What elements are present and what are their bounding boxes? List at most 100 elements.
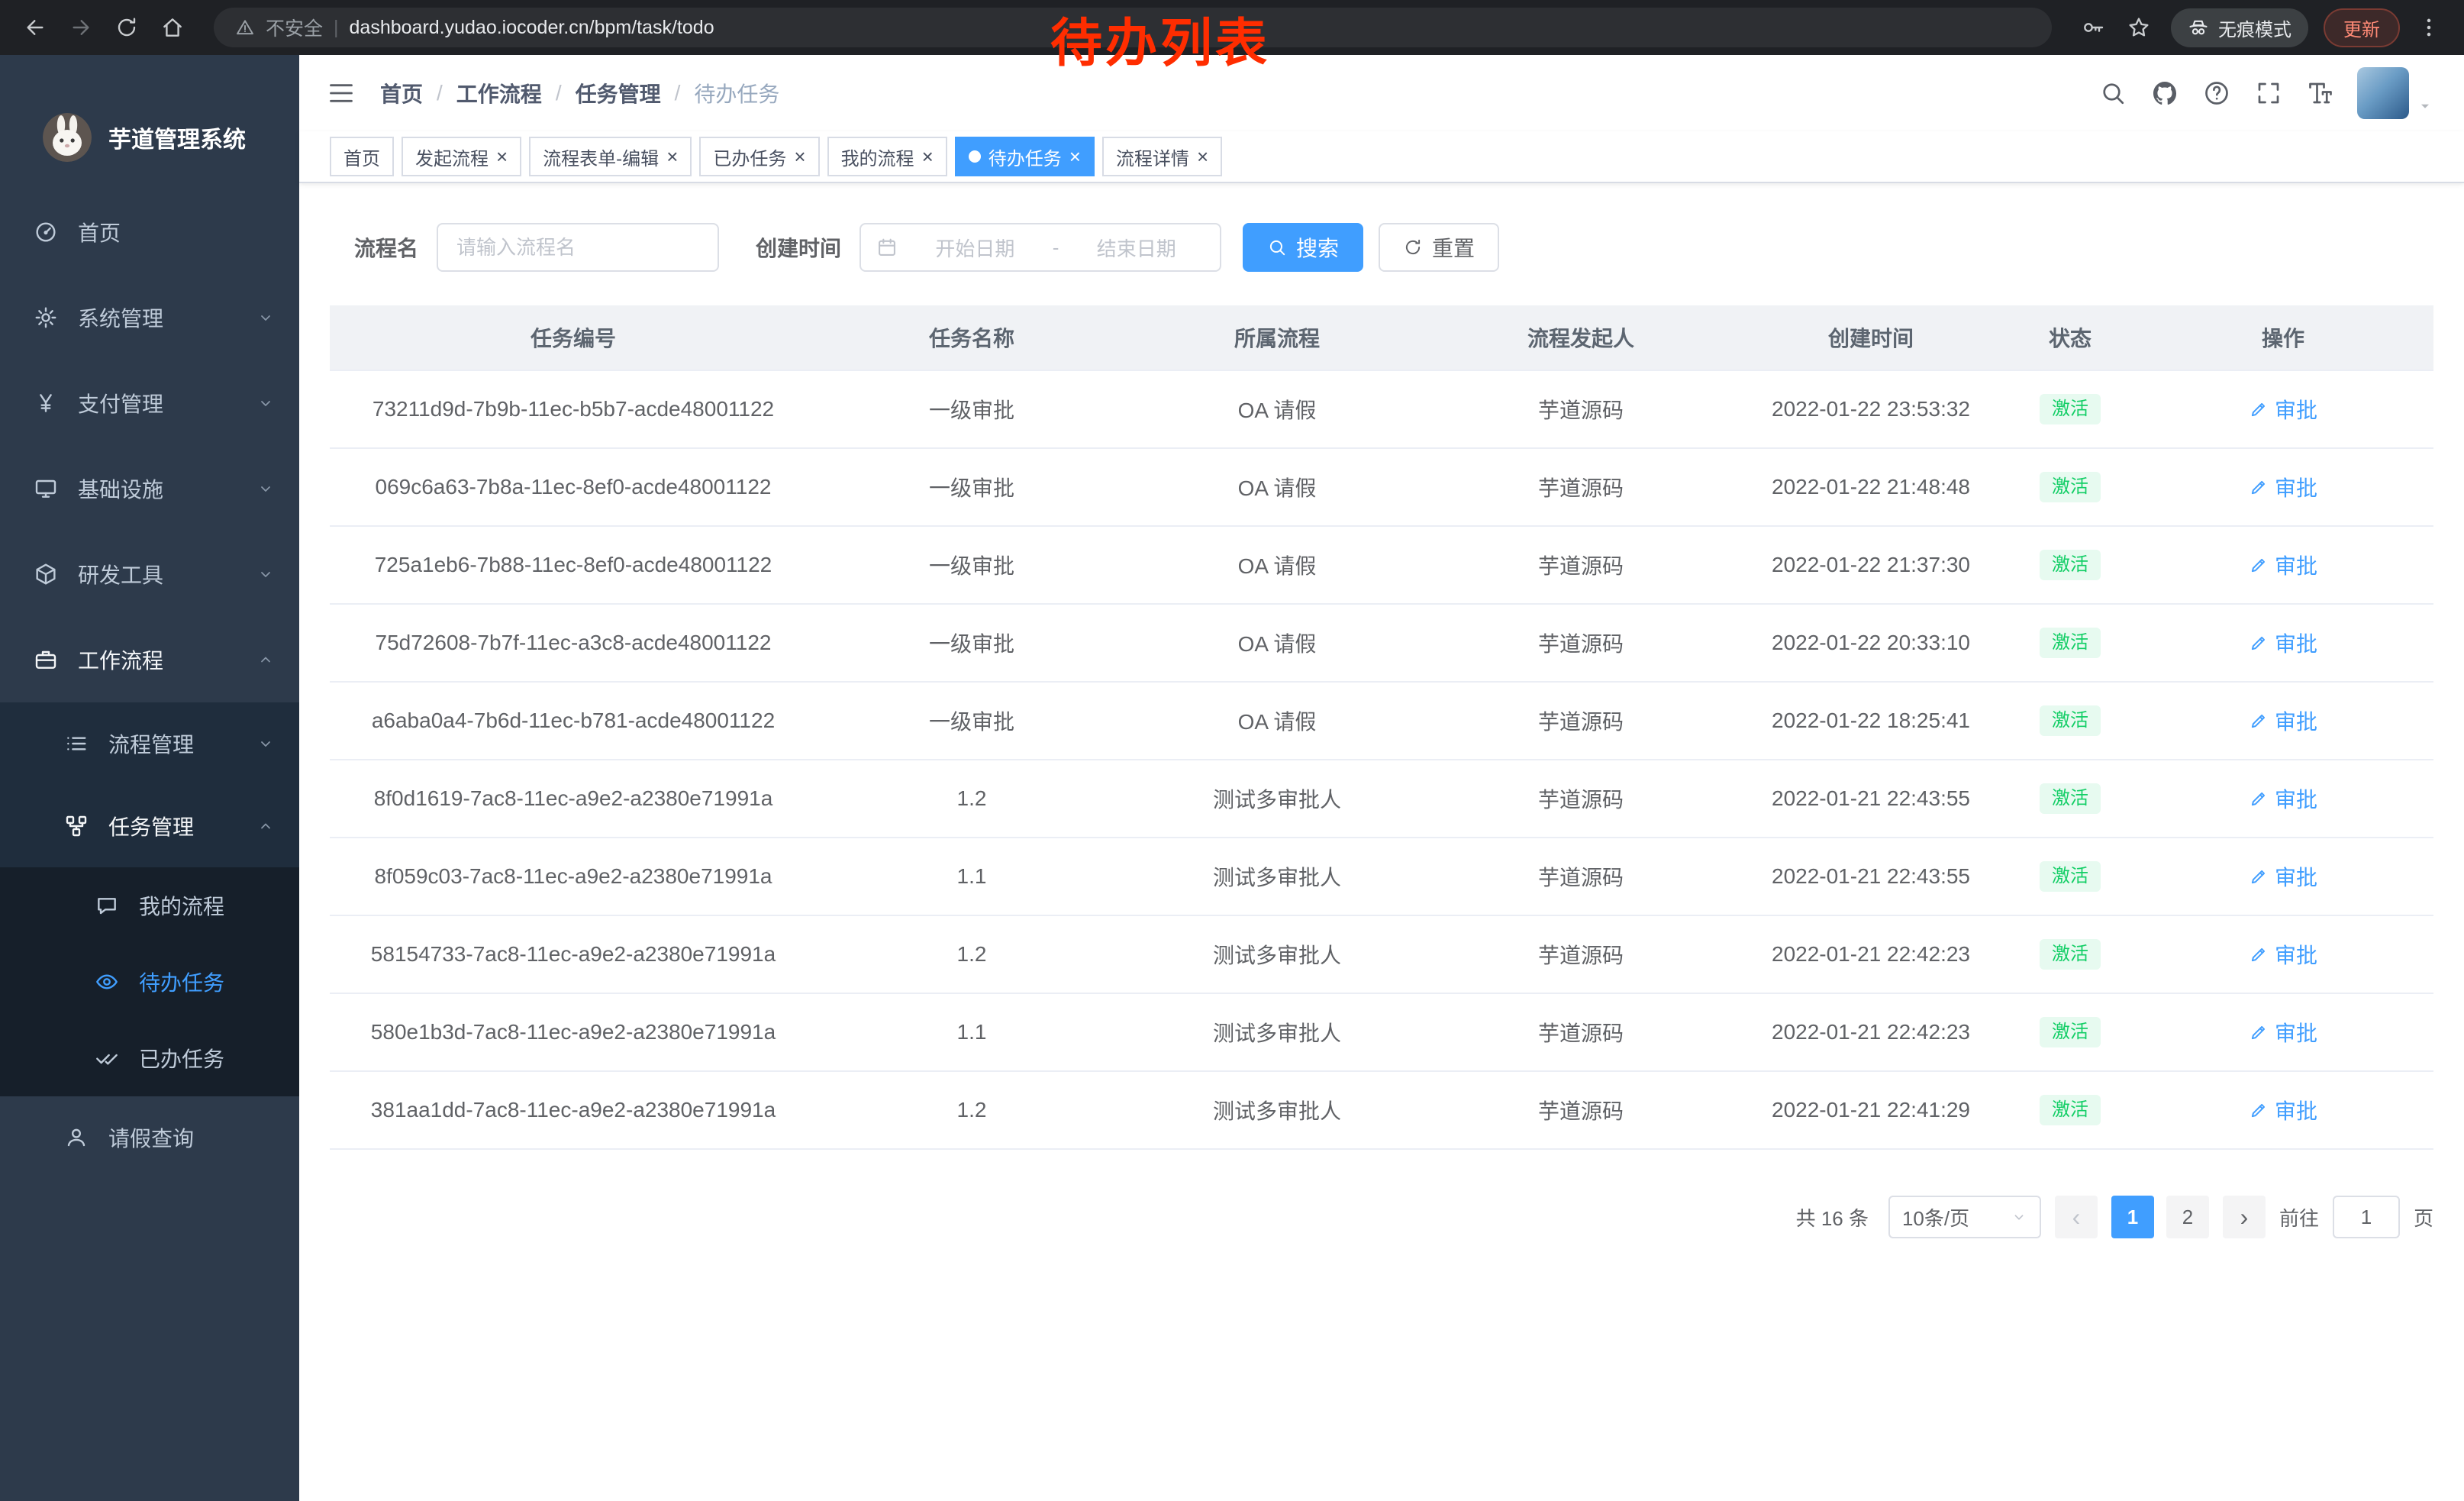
menu-dots-icon[interactable] [2409, 8, 2449, 47]
sidebar-item-task-mgmt[interactable]: 任务管理 [0, 785, 299, 867]
cell-process: 测试多审批人 [1127, 993, 1427, 1071]
cell-process: 测试多审批人 [1127, 838, 1427, 915]
sidebar-item-label: 研发工具 [78, 559, 256, 589]
page-button-2[interactable]: 2 [2166, 1196, 2209, 1238]
update-button[interactable]: 更新 [2324, 8, 2400, 47]
approve-link[interactable]: 审批 [2249, 472, 2317, 502]
cell-action: 审批 [2133, 760, 2433, 838]
reset-button[interactable]: 重置 [1379, 223, 1499, 272]
status-badge: 激活 [2040, 705, 2101, 736]
sidebar-item-label: 已办任务 [139, 1043, 275, 1073]
cell-task-name: 1.2 [817, 1071, 1127, 1149]
tab-close-icon[interactable]: × [922, 147, 934, 166]
collapse-sidebar-button[interactable] [327, 79, 356, 108]
approve-link[interactable]: 审批 [2249, 1095, 2317, 1125]
fullscreen-icon[interactable] [2247, 72, 2290, 115]
approve-link[interactable]: 审批 [2249, 394, 2317, 424]
chevron-up-icon [256, 817, 275, 835]
approve-link[interactable]: 审批 [2249, 939, 2317, 970]
status-badge: 激活 [2040, 394, 2101, 424]
tab-my-process[interactable]: 我的流程× [827, 137, 947, 176]
end-date-placeholder: 结束日期 [1068, 234, 1205, 262]
key-icon[interactable] [2073, 8, 2113, 47]
table-row: 8f0d1619-7ac8-11ec-a9e2-a2380e71991a1.2测… [330, 760, 2433, 838]
approve-link[interactable]: 审批 [2249, 628, 2317, 658]
cell-task-id: 58154733-7ac8-11ec-a9e2-a2380e71991a [330, 915, 817, 993]
sidebar-item-leave-query[interactable]: 请假查询 [0, 1096, 299, 1179]
sidebar-item-todo-task[interactable]: 待办任务 [0, 944, 299, 1020]
chevron-down-icon [256, 308, 275, 327]
sidebar-item-infrastructure[interactable]: 基础设施 [0, 446, 299, 531]
font-size-icon[interactable] [2299, 72, 2342, 115]
cell-task-name: 一级审批 [817, 682, 1127, 760]
breadcrumb-separator: / [437, 81, 443, 105]
topbar-right [2091, 67, 2433, 119]
tab-todo-task[interactable]: 待办任务× [955, 137, 1095, 176]
sidebar-item-label: 我的流程 [139, 890, 275, 921]
cell-task-name: 一级审批 [817, 448, 1127, 526]
prev-page-button[interactable]: ‹ [2055, 1196, 2098, 1238]
start-date-placeholder: 开始日期 [907, 234, 1043, 262]
goto-page-input[interactable] [2333, 1196, 2400, 1238]
sidebar-item-done-task[interactable]: 已办任务 [0, 1020, 299, 1096]
sidebar-item-payment-mgmt[interactable]: 支付管理 [0, 360, 299, 446]
reload-icon[interactable] [107, 8, 147, 47]
tab-done-task[interactable]: 已办任务× [699, 137, 819, 176]
date-range-picker[interactable]: 开始日期 - 结束日期 [859, 223, 1221, 272]
cell-status: 激活 [2008, 915, 2133, 993]
tab-home[interactable]: 首页 [330, 137, 394, 176]
breadcrumb-item[interactable]: 任务管理 [576, 78, 661, 108]
sidebar-item-label: 任务管理 [108, 811, 256, 841]
filter-form: 流程名 创建时间 开始日期 - 结束日期 搜索 [330, 223, 2433, 272]
github-icon[interactable] [2143, 72, 2186, 115]
home-icon[interactable] [153, 8, 192, 47]
sidebar-item-system-mgmt[interactable]: 系统管理 [0, 275, 299, 360]
cell-action: 审批 [2133, 604, 2433, 682]
chevron-down-icon [256, 565, 275, 583]
approve-link[interactable]: 审批 [2249, 550, 2317, 580]
tab-close-icon[interactable]: × [794, 147, 805, 166]
tab-form-edit[interactable]: 流程表单-编辑× [529, 137, 692, 176]
cell-status: 激活 [2008, 993, 2133, 1071]
tab-close-icon[interactable]: × [496, 147, 508, 166]
page-size-select[interactable]: 10条/页 [1888, 1196, 2041, 1238]
approve-link[interactable]: 审批 [2249, 1017, 2317, 1047]
tab-start-process[interactable]: 发起流程× [402, 137, 521, 176]
page-button-1[interactable]: 1 [2111, 1196, 2154, 1238]
sidebar-item-dev-tools[interactable]: 研发工具 [0, 531, 299, 617]
cell-task-name: 一级审批 [817, 604, 1127, 682]
breadcrumb-item[interactable]: 首页 [380, 78, 423, 108]
question-icon[interactable] [2195, 72, 2238, 115]
cell-create-time: 2022-01-21 22:42:23 [1734, 993, 2008, 1071]
sidebar-item-home[interactable]: 首页 [0, 189, 299, 275]
approve-link[interactable]: 审批 [2249, 861, 2317, 892]
tab-close-icon[interactable]: × [1197, 147, 1208, 166]
cell-create-time: 2022-01-21 22:41:29 [1734, 1071, 2008, 1149]
cell-action: 审批 [2133, 682, 2433, 760]
edit-icon [2249, 944, 2269, 964]
avatar[interactable] [2357, 67, 2409, 119]
tab-process-detail[interactable]: 流程详情× [1102, 137, 1222, 176]
edit-icon [2249, 1100, 2269, 1120]
back-icon[interactable] [15, 8, 55, 47]
page-buttons: 12 [2111, 1196, 2209, 1238]
approve-link[interactable]: 审批 [2249, 705, 2317, 736]
tab-close-icon[interactable]: × [666, 147, 678, 166]
approve-link[interactable]: 审批 [2249, 783, 2317, 814]
sidebar-item-my-process[interactable]: 我的流程 [0, 867, 299, 944]
cell-task-name: 1.1 [817, 993, 1127, 1071]
process-name-input[interactable] [437, 223, 719, 272]
forward-icon[interactable] [61, 8, 101, 47]
caret-down-icon [2417, 98, 2433, 115]
search-button[interactable]: 搜索 [1243, 223, 1363, 272]
gear-icon [34, 305, 58, 330]
cell-create-time: 2022-01-22 18:25:41 [1734, 682, 2008, 760]
next-page-button[interactable]: › [2223, 1196, 2266, 1238]
sidebar-item-process-mgmt[interactable]: 流程管理 [0, 702, 299, 785]
search-icon[interactable] [2091, 72, 2134, 115]
star-icon[interactable] [2119, 8, 2159, 47]
breadcrumb-item[interactable]: 工作流程 [456, 78, 542, 108]
sidebar-item-workflow[interactable]: 工作流程 [0, 617, 299, 702]
column-header: 状态 [2008, 305, 2133, 370]
tab-close-icon[interactable]: × [1069, 147, 1081, 166]
